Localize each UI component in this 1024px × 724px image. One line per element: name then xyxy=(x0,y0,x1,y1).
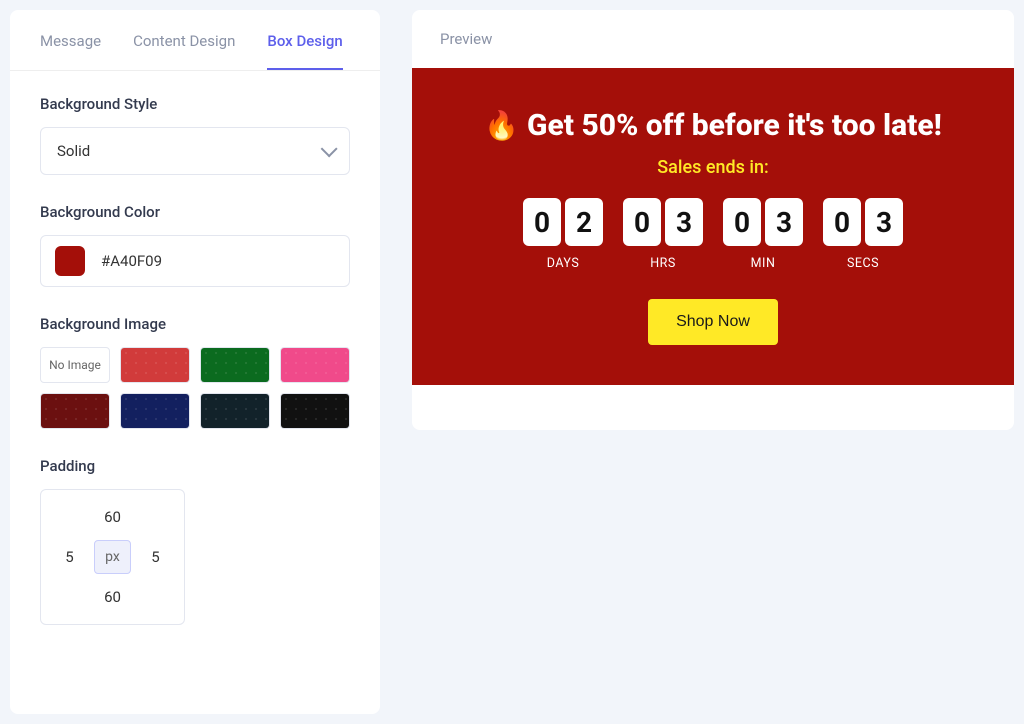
digit: 0 xyxy=(723,198,761,246)
bg-thumb-none[interactable]: No Image xyxy=(40,347,110,383)
digit: 0 xyxy=(623,198,661,246)
countdown: 0 2 DAYS 0 3 HRS 0 3 MIN xyxy=(432,198,994,271)
background-image-label: Background Image xyxy=(40,315,350,333)
color-hex-value: #A40F09 xyxy=(101,252,162,270)
tab-content-design[interactable]: Content Design xyxy=(133,10,235,70)
panel-body: Background Style Solid Background Color … xyxy=(10,71,380,683)
countdown-secs: 0 3 SECS xyxy=(823,198,903,271)
color-swatch xyxy=(55,246,85,276)
countdown-label: MIN xyxy=(751,256,776,271)
padding-label: Padding xyxy=(40,457,350,475)
hero-subline: Sales ends in: xyxy=(432,157,994,178)
padding-right[interactable]: 5 xyxy=(151,548,159,566)
background-color-label: Background Color xyxy=(40,203,350,221)
countdown-label: SECS xyxy=(847,256,879,271)
chevron-down-icon xyxy=(321,140,338,157)
tab-box-design[interactable]: Box Design xyxy=(267,10,342,70)
background-image-section: Background Image No Image xyxy=(40,315,350,429)
hero-headline-text: Get 50% off before it's too late! xyxy=(527,108,942,143)
background-color-section: Background Color #A40F09 xyxy=(40,203,350,287)
countdown-hrs: 0 3 HRS xyxy=(623,198,703,271)
digit: 3 xyxy=(665,198,703,246)
countdown-days: 0 2 DAYS xyxy=(523,198,603,271)
design-panel: Message Content Design Box Design Backgr… xyxy=(10,10,380,714)
background-style-dropdown[interactable]: Solid xyxy=(40,127,350,175)
hero-title: 🔥Get 50% off before it's too late! xyxy=(432,108,994,143)
shop-now-button[interactable]: Shop Now xyxy=(648,299,778,345)
background-style-section: Background Style Solid xyxy=(40,95,350,175)
digit: 2 xyxy=(565,198,603,246)
digit: 0 xyxy=(823,198,861,246)
tab-message[interactable]: Message xyxy=(40,10,101,70)
preview-label: Preview xyxy=(412,10,1014,68)
background-style-label: Background Style xyxy=(40,95,350,113)
padding-left[interactable]: 5 xyxy=(65,548,73,566)
bg-thumb-darkred[interactable] xyxy=(40,393,110,429)
bg-thumb-navy[interactable] xyxy=(120,393,190,429)
background-style-value: Solid xyxy=(57,142,90,160)
bg-thumb-red[interactable] xyxy=(120,347,190,383)
background-image-thumbs: No Image xyxy=(40,347,350,429)
padding-bottom[interactable]: 60 xyxy=(104,588,121,606)
countdown-label: DAYS xyxy=(547,256,580,271)
fire-icon: 🔥 xyxy=(484,109,519,142)
preview-panel: Preview 🔥Get 50% off before it's too lat… xyxy=(412,10,1014,430)
digit: 3 xyxy=(865,198,903,246)
digit: 3 xyxy=(765,198,803,246)
tabs: Message Content Design Box Design xyxy=(10,10,380,71)
bg-thumb-darkteal[interactable] xyxy=(200,393,270,429)
countdown-label: HRS xyxy=(650,256,676,271)
background-color-field[interactable]: #A40F09 xyxy=(40,235,350,287)
padding-control: 60 5 px 5 60 xyxy=(40,489,185,625)
padding-section: Padding 60 5 px 5 60 xyxy=(40,457,350,625)
digit: 0 xyxy=(523,198,561,246)
bg-thumb-green[interactable] xyxy=(200,347,270,383)
preview-canvas: 🔥Get 50% off before it's too late! Sales… xyxy=(412,68,1014,385)
countdown-min: 0 3 MIN xyxy=(723,198,803,271)
padding-top[interactable]: 60 xyxy=(104,508,121,526)
bg-thumb-black[interactable] xyxy=(280,393,350,429)
bg-thumb-pink[interactable] xyxy=(280,347,350,383)
padding-unit[interactable]: px xyxy=(94,540,131,574)
